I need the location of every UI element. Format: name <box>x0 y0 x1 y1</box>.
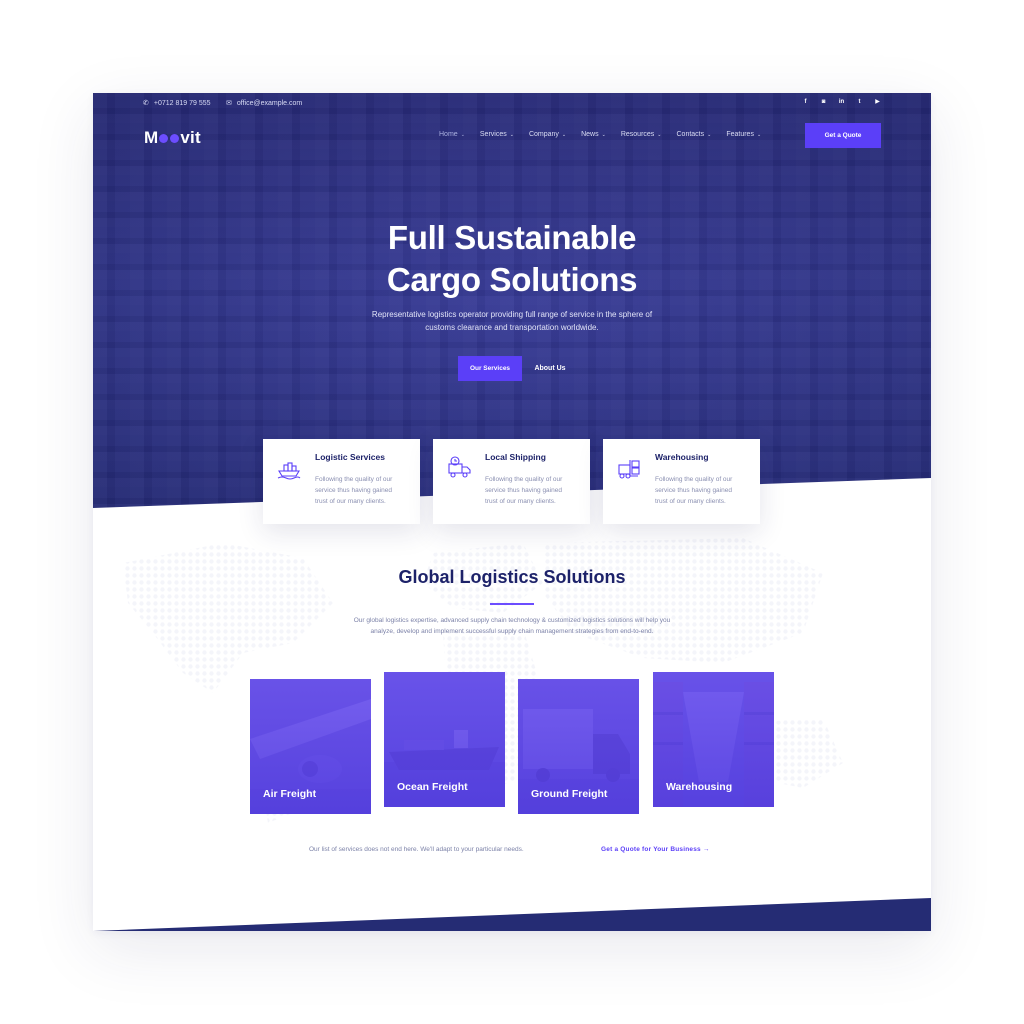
nav-item-services[interactable]: Services ⌄ <box>480 131 514 138</box>
logo-text-start: M <box>144 128 159 147</box>
feature-card-local-shipping[interactable]: Local Shipping Following the quality of … <box>433 439 590 524</box>
mail-icon: ✉ <box>226 100 232 107</box>
feature-title: Logistic Services <box>315 452 385 462</box>
service-tile-air-freight[interactable]: Air Freight <box>250 679 371 814</box>
phone-number: +0712 819 79 555 <box>153 99 211 107</box>
phone-contact[interactable]: ✆ +0712 819 79 555 <box>143 99 211 108</box>
feature-card-warehousing[interactable]: Warehousing Following the quality of our… <box>603 439 760 524</box>
bottom-divider <box>93 898 931 931</box>
feature-text: Following the quality of our service thu… <box>315 476 393 505</box>
social-links: f ◙ in t ▶ <box>802 99 881 106</box>
page-frame: ✆ +0712 819 79 555 ✉ office@example.com … <box>93 93 931 931</box>
tile-label: Ground Freight <box>531 788 608 800</box>
service-tile-warehousing[interactable]: Warehousing <box>653 672 774 807</box>
youtube-icon[interactable]: ▶ <box>874 99 881 106</box>
chevron-down-icon: ⌄ <box>601 132 606 138</box>
nav-item-features[interactable]: Features ⌄ <box>726 131 761 138</box>
about-us-link[interactable]: About Us <box>526 356 574 381</box>
tile-label: Ocean Freight <box>397 781 468 793</box>
chevron-down-icon: ⌄ <box>561 132 567 138</box>
email-contact[interactable]: ✉ office@example.com <box>226 99 303 108</box>
chevron-down-icon: ⌄ <box>657 132 662 138</box>
site-logo[interactable]: M vit <box>144 128 201 148</box>
email-address: office@example.com <box>236 99 303 107</box>
feature-text: Following the quality of our service thu… <box>485 476 563 505</box>
feature-title: Warehousing <box>655 452 709 462</box>
delivery-truck-icon <box>448 456 471 478</box>
service-tile-ground-freight[interactable]: Ground Freight <box>518 679 639 814</box>
feature-text: Following the quality of our service thu… <box>655 476 733 505</box>
chevron-down-icon: ⌄ <box>756 132 762 138</box>
linkedin-icon[interactable]: in <box>838 99 845 106</box>
chevron-down-icon: ⌄ <box>707 132 712 138</box>
feature-title: Local Shipping <box>485 452 546 462</box>
service-tile-ocean-freight[interactable]: Ocean Freight <box>384 672 505 807</box>
nav-item-home[interactable]: Home ⌄ <box>439 131 465 138</box>
forklift-icon <box>618 460 640 479</box>
nav-item-resources[interactable]: Resources ⌄ <box>621 131 662 138</box>
twitter-icon[interactable]: t <box>856 99 863 106</box>
main-nav: Home ⌄ Services ⌄ Company ⌄ News ⌄ Resources… <box>439 131 761 138</box>
cargo-ship-icon <box>277 462 301 480</box>
chevron-down-icon: ⌄ <box>509 132 514 138</box>
facebook-icon[interactable]: f <box>802 99 809 106</box>
section-title: Global Logistics Solutions <box>398 567 626 587</box>
top-bar: ✆ +0712 819 79 555 ✉ office@example.com … <box>143 99 881 113</box>
logo-text-end: vit <box>180 128 201 147</box>
nav-item-contacts[interactable]: Contacts ⌄ <box>677 131 712 138</box>
get-quote-button[interactable]: Get a Quote <box>805 123 881 148</box>
feature-card-logistic[interactable]: Logistic Services Following the quality … <box>263 439 420 524</box>
quote-business-link[interactable]: Get a Quote for Your Business → <box>601 846 710 853</box>
title-underline <box>490 603 534 605</box>
hero-subtitle: Representative logistics operator provid… <box>371 310 653 332</box>
hero-title: Full Sustainable Cargo Solutions <box>386 219 638 298</box>
phone-icon: ✆ <box>143 100 149 107</box>
tile-label: Warehousing <box>666 781 733 793</box>
nav-item-news[interactable]: News ⌄ <box>581 131 606 138</box>
our-services-button[interactable]: Our Services <box>458 356 522 381</box>
logo-dot-icon <box>170 133 180 143</box>
section-subtitle: Our global logistics expertise, advanced… <box>353 617 671 635</box>
services-note: Our list of services does not end here. … <box>309 846 524 853</box>
nav-item-company[interactable]: Company ⌄ <box>529 131 566 138</box>
instagram-icon[interactable]: ◙ <box>820 99 827 106</box>
tile-label: Air Freight <box>263 788 317 800</box>
chevron-down-icon: ⌄ <box>460 132 465 138</box>
logo-dot-icon <box>159 133 169 143</box>
